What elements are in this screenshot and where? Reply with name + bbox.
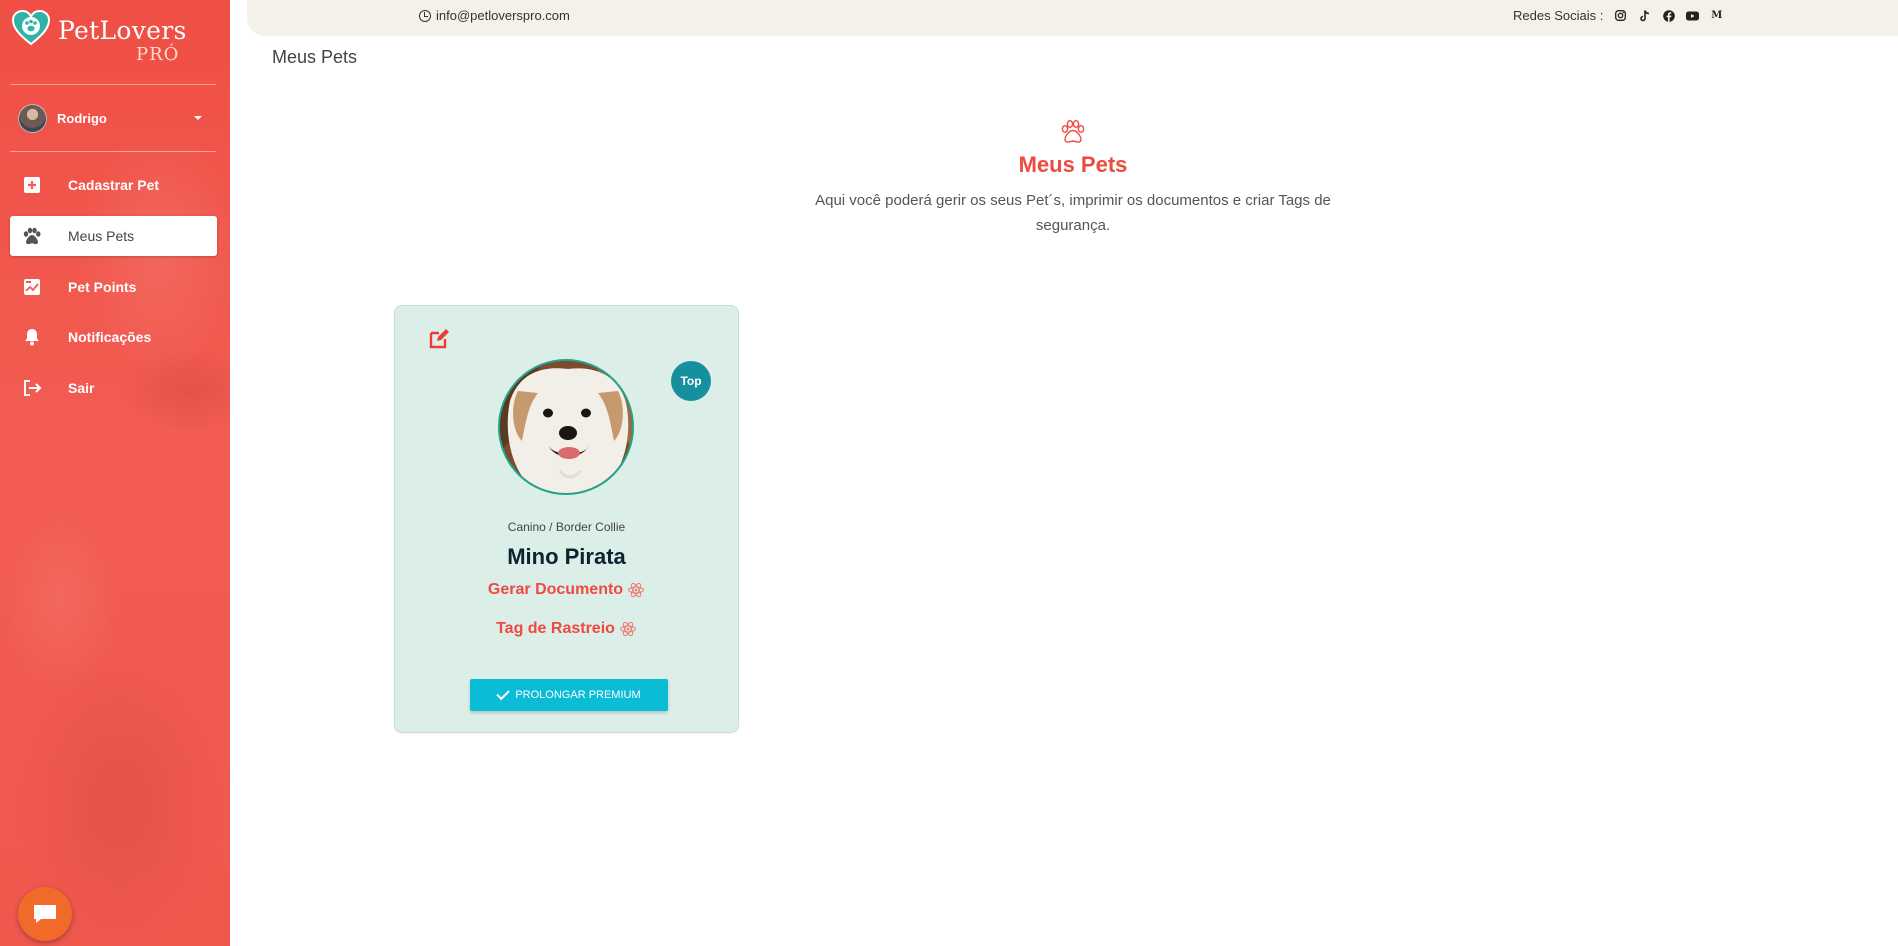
chat-icon bbox=[34, 905, 56, 923]
sidebar-divider bbox=[10, 84, 216, 85]
plus-square-icon bbox=[22, 175, 42, 195]
heart-paw-logo-icon bbox=[12, 10, 50, 46]
avatar bbox=[18, 103, 47, 133]
check-icon bbox=[496, 686, 511, 701]
section-description: Aqui você poderá gerir os seus Pet´s, im… bbox=[815, 192, 1331, 234]
sidebar-divider bbox=[10, 151, 216, 152]
email-text: info@petloverspro.com bbox=[436, 8, 570, 23]
sidebar-item-label: Notificações bbox=[68, 329, 152, 345]
page-title: Meus Pets bbox=[272, 47, 358, 67]
pet-photo bbox=[498, 359, 634, 495]
sidebar-item-pet-points[interactable]: Pet Points bbox=[10, 267, 217, 307]
atom-icon bbox=[628, 582, 645, 598]
extend-premium-button[interactable]: PROLONGAR PREMIUM bbox=[470, 679, 668, 711]
paw-icon bbox=[1059, 118, 1087, 146]
brand-name: PetLovers bbox=[58, 16, 187, 45]
sidebar-item-label: Pet Points bbox=[68, 279, 137, 295]
logout-icon bbox=[22, 378, 42, 398]
sidebar-item-label: Meus Pets bbox=[68, 228, 135, 244]
facebook-icon[interactable] bbox=[1662, 9, 1675, 22]
bell-icon bbox=[22, 327, 42, 347]
medium-icon[interactable]: M bbox=[1710, 9, 1723, 22]
sidebar-item-meus-pets[interactable]: Meus Pets bbox=[10, 216, 217, 256]
tracking-tag-label: Tag de Rastreio bbox=[496, 620, 615, 637]
tiktok-icon[interactable] bbox=[1638, 9, 1651, 22]
sidebar: PetLovers PRÓ Rodrigo Cadastrar Pet Meus… bbox=[0, 0, 230, 946]
instagram-icon[interactable] bbox=[1614, 9, 1627, 22]
tracking-tag-link[interactable]: Tag de Rastreio bbox=[395, 620, 738, 638]
sidebar-item-sair[interactable]: Sair bbox=[10, 368, 217, 408]
social-label: Redes Sociais : bbox=[1513, 8, 1604, 23]
pet-name: Mino Pirata bbox=[507, 544, 626, 569]
pet-card: Top Canino / Border Collie Mino Pirata G… bbox=[394, 305, 739, 733]
paw-icon bbox=[22, 226, 42, 246]
sidebar-item-cadastrar-pet[interactable]: Cadastrar Pet bbox=[10, 165, 217, 205]
sidebar-item-label: Sair bbox=[68, 380, 95, 396]
sidebar-item-notificacoes[interactable]: Notificações bbox=[10, 317, 217, 357]
contact-email[interactable]: info@petloverspro.com bbox=[419, 8, 570, 23]
social-links: Redes Sociais : M bbox=[1513, 8, 1723, 23]
pet-species-breed: Canino / Border Collie bbox=[507, 520, 626, 534]
atom-icon bbox=[619, 621, 636, 637]
generate-document-link[interactable]: Gerar Documento bbox=[395, 581, 738, 599]
chat-button[interactable] bbox=[18, 887, 72, 941]
youtube-icon[interactable] bbox=[1686, 9, 1700, 22]
sidebar-item-label: Cadastrar Pet bbox=[68, 177, 160, 193]
status-badge: Top bbox=[671, 361, 711, 401]
generate-document-label: Gerar Documento bbox=[487, 581, 624, 598]
user-name: Rodrigo bbox=[57, 110, 107, 126]
chart-icon bbox=[22, 277, 42, 297]
chevron-down-icon bbox=[194, 116, 202, 120]
clock-icon bbox=[419, 9, 431, 22]
user-menu[interactable]: Rodrigo bbox=[18, 103, 208, 133]
section-title: Meus Pets bbox=[1018, 152, 1128, 177]
extend-premium-label: PROLONGAR PREMIUM bbox=[515, 689, 641, 701]
brand-sub: PRÓ bbox=[136, 44, 180, 65]
edit-icon[interactable] bbox=[428, 328, 450, 350]
section-header: Meus Pets Aqui você poderá gerir os seus… bbox=[773, 118, 1373, 238]
top-bar: info@petloverspro.com Redes Sociais : M bbox=[247, 0, 1898, 36]
logo[interactable]: PetLovers PRÓ bbox=[12, 10, 212, 68]
